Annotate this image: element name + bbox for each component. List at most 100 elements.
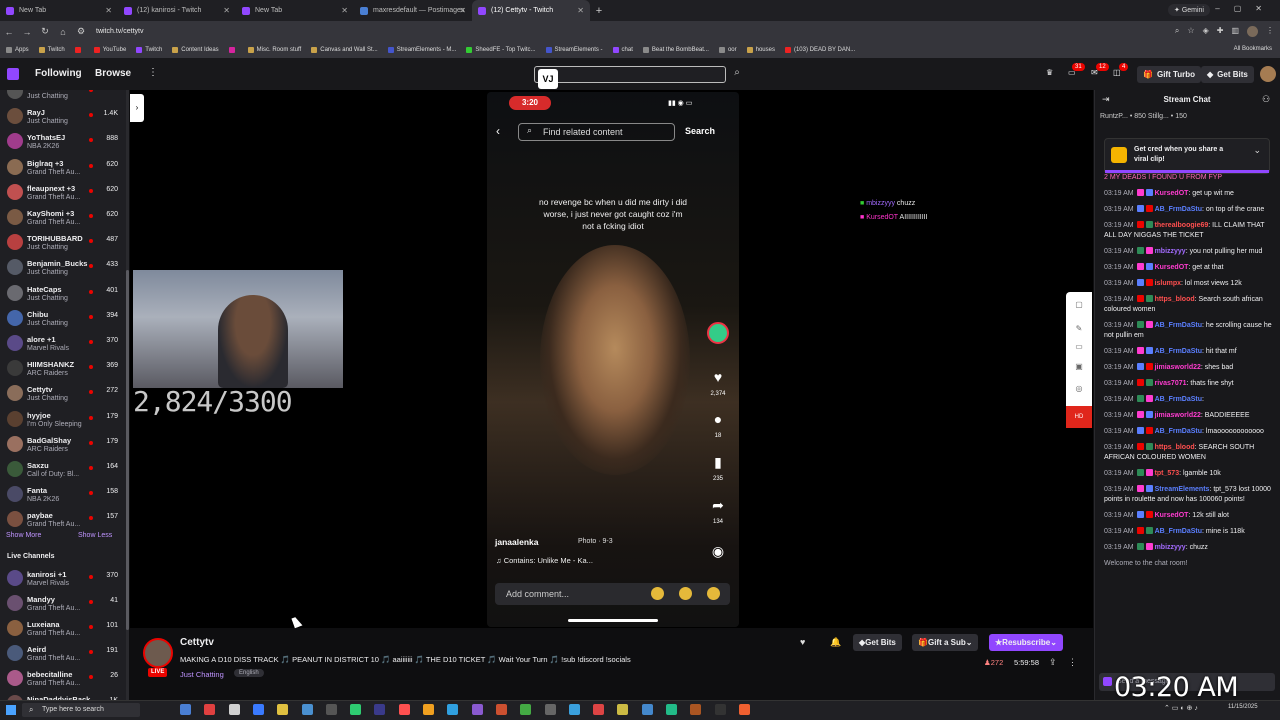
- reload-icon[interactable]: ↻: [36, 26, 54, 37]
- chat-username[interactable]: jimiasworld22: [1155, 364, 1201, 371]
- taskbar-app-icon[interactable]: [690, 704, 702, 715]
- chat-username[interactable]: https_blood: [1155, 296, 1195, 303]
- target-icon[interactable]: ◎: [1073, 384, 1085, 394]
- browser-tab[interactable]: New Tab ✕: [0, 0, 118, 21]
- taskbar-app-icon[interactable]: [738, 704, 750, 715]
- menu-kebab-icon[interactable]: ⋮: [1266, 26, 1274, 37]
- pen-icon[interactable]: ✎: [1073, 324, 1085, 334]
- taskbar-app-icon[interactable]: [447, 704, 459, 715]
- sidebar-channel-item[interactable]: Saxzu Call of Duty: Bl... 164: [0, 458, 126, 483]
- sidebar-channel-item[interactable]: paybae Grand Theft Au... 157: [0, 508, 126, 533]
- forward-icon[interactable]: →: [18, 27, 36, 37]
- close-tab-icon[interactable]: ✕: [459, 6, 466, 15]
- show-less-link[interactable]: Show Less: [78, 532, 112, 539]
- bookmark-item[interactable]: [228, 47, 238, 53]
- chat-username[interactable]: StreamElements: [1155, 486, 1210, 493]
- frame-icon[interactable]: ▭: [1073, 342, 1085, 352]
- taskbar-app-icon[interactable]: [252, 704, 264, 715]
- nav-browse[interactable]: Browse: [95, 68, 131, 79]
- taskbar-app-icon[interactable]: [301, 704, 313, 715]
- sidebar-channel-item[interactable]: Aeird Grand Theft Au... 191: [0, 642, 126, 667]
- browser-tab-active[interactable]: (12) Cettytv - Twitch ✕: [472, 0, 590, 21]
- home-icon[interactable]: ⌂: [54, 27, 72, 37]
- sidebar-channel-item[interactable]: HIIMSHANKZ ARC Raiders 369: [0, 357, 126, 382]
- share-icon[interactable]: ⇪: [1049, 657, 1057, 668]
- sidebar-channel-item[interactable]: Chibu Just Chatting 394: [0, 307, 126, 332]
- sidebar-channel-item[interactable]: TORIHUBBARD Just Chatting 487: [0, 231, 126, 256]
- zoom-icon[interactable]: ⌕: [1175, 26, 1179, 37]
- window-controls[interactable]: –▢✕: [1215, 4, 1276, 13]
- sidebar-channel-item[interactable]: YoThatsEJ NBA 2K26 888: [0, 130, 126, 155]
- bookmark-item[interactable]: Twitch: [38, 47, 65, 53]
- user-avatar[interactable]: [1260, 66, 1276, 82]
- taskbar-app-icon[interactable]: [520, 704, 532, 715]
- taskbar-app-icon[interactable]: [714, 704, 726, 715]
- notification-bell-icon[interactable]: 🔔: [830, 637, 841, 648]
- bookmark-item[interactable]: SheedFE - Top Twitc...: [466, 47, 536, 53]
- chat-username[interactable]: AB_FrmDaStu: [1155, 322, 1202, 329]
- back-icon[interactable]: ←: [0, 27, 18, 37]
- bookmark-item[interactable]: Twitch: [136, 47, 162, 53]
- bookmark-item[interactable]: StreamElements -: [545, 47, 603, 53]
- chat-username[interactable]: rivas7071: [1155, 380, 1187, 387]
- taskbar-app-icon[interactable]: [641, 704, 653, 715]
- url-field[interactable]: twitch.tv/cettytv: [96, 28, 143, 35]
- windows-start-icon[interactable]: [6, 705, 16, 715]
- taskbar-app-icon[interactable]: [228, 704, 240, 715]
- screenshot-icon[interactable]: ▢: [1073, 300, 1085, 310]
- sidebar-channel-item[interactable]: Luxeiana Grand Theft Au... 101: [0, 617, 126, 642]
- stream-category[interactable]: Just Chatting: [180, 670, 224, 679]
- get-bits-button[interactable]: ◆ Get Bits: [1201, 66, 1254, 83]
- close-tab-icon[interactable]: ✕: [577, 6, 584, 15]
- chat-username[interactable]: AB_FrmDaStu: [1155, 206, 1202, 213]
- chevron-down-icon[interactable]: ⌄: [1253, 145, 1261, 156]
- chat-username[interactable]: AB_FrmDaStu: [1155, 396, 1202, 403]
- sidebar-icon[interactable]: ▥: [1231, 26, 1239, 37]
- show-more-link[interactable]: Show More: [6, 532, 41, 539]
- chat-username[interactable]: islumpx: [1155, 280, 1181, 287]
- image-icon[interactable]: ▣: [1073, 362, 1085, 372]
- profile-avatar[interactable]: [1247, 26, 1258, 37]
- record-icon[interactable]: HD: [1066, 406, 1092, 428]
- bookmark-star-icon[interactable]: ☆: [1187, 26, 1194, 37]
- taskbar-app-icon[interactable]: [568, 704, 580, 715]
- more-menu-icon[interactable]: ⋮: [148, 67, 158, 78]
- resubscribe-button[interactable]: ★ Resubscribe ⌄: [989, 634, 1063, 651]
- taskbar-app-icon[interactable]: [180, 704, 191, 715]
- taskbar-app-icon[interactable]: [593, 704, 605, 715]
- bookmark-item[interactable]: oor: [718, 47, 737, 53]
- bookmark-item[interactable]: [74, 47, 84, 53]
- sidebar-channel-item[interactable]: NinaDaddyisBack1K: [0, 692, 126, 700]
- sidebar-scrollbar-thumb[interactable]: [126, 270, 129, 630]
- taskbar-app-icon[interactable]: [423, 704, 434, 715]
- bookmark-item[interactable]: StreamElements - M...: [387, 47, 456, 53]
- taskbar-app-icon[interactable]: [398, 704, 410, 715]
- sidebar-channel-item[interactable]: fleaupnext +3 Grand Theft Au... 620: [0, 181, 126, 206]
- chat-username[interactable]: KursedOT: [1155, 512, 1189, 519]
- bookmark-item[interactable]: Misc. Room stuff: [247, 47, 301, 53]
- taskbar-app-icon[interactable]: [666, 704, 677, 715]
- browser-tab[interactable]: (12) kanirosi - Twitch ✕: [118, 0, 236, 21]
- taskbar-app-icon[interactable]: [277, 704, 289, 715]
- extension-icon[interactable]: ◈: [1203, 26, 1209, 37]
- bookmark-item[interactable]: chat: [612, 47, 633, 53]
- chat-username[interactable]: KursedOT: [1155, 190, 1189, 197]
- sidebar-channel-item[interactable]: BadGalShay ARC Raiders 179: [0, 433, 126, 458]
- follow-heart-icon[interactable]: ♥: [800, 637, 805, 647]
- new-tab-button[interactable]: +: [590, 5, 608, 17]
- taskbar-app-icon[interactable]: [544, 704, 556, 715]
- close-tab-icon[interactable]: ✕: [105, 6, 112, 15]
- browser-tab[interactable]: New Tab ✕: [236, 0, 354, 21]
- taskbar-app-icon[interactable]: [374, 704, 386, 715]
- bookmark-item[interactable]: Canvas and Wall St...: [311, 47, 378, 53]
- chat-username[interactable]: AB_FrmDaStu: [1155, 348, 1202, 355]
- taskbar-app-icon[interactable]: [495, 704, 507, 715]
- chat-username[interactable]: AB_FrmDaStu: [1155, 528, 1202, 535]
- bookmark-item[interactable]: YouTube: [93, 47, 126, 53]
- all-bookmarks-button[interactable]: All Bookmarks: [1234, 46, 1272, 52]
- expand-sidebar-icon[interactable]: ›: [130, 94, 144, 122]
- close-tab-icon[interactable]: ✕: [341, 6, 348, 15]
- crown-icon[interactable]: ♛: [1046, 68, 1053, 77]
- chat-username[interactable]: KursedOT: [1155, 264, 1189, 271]
- sidebar-channel-item[interactable]: Benjamin_Bucks Just Chatting 433: [0, 256, 126, 281]
